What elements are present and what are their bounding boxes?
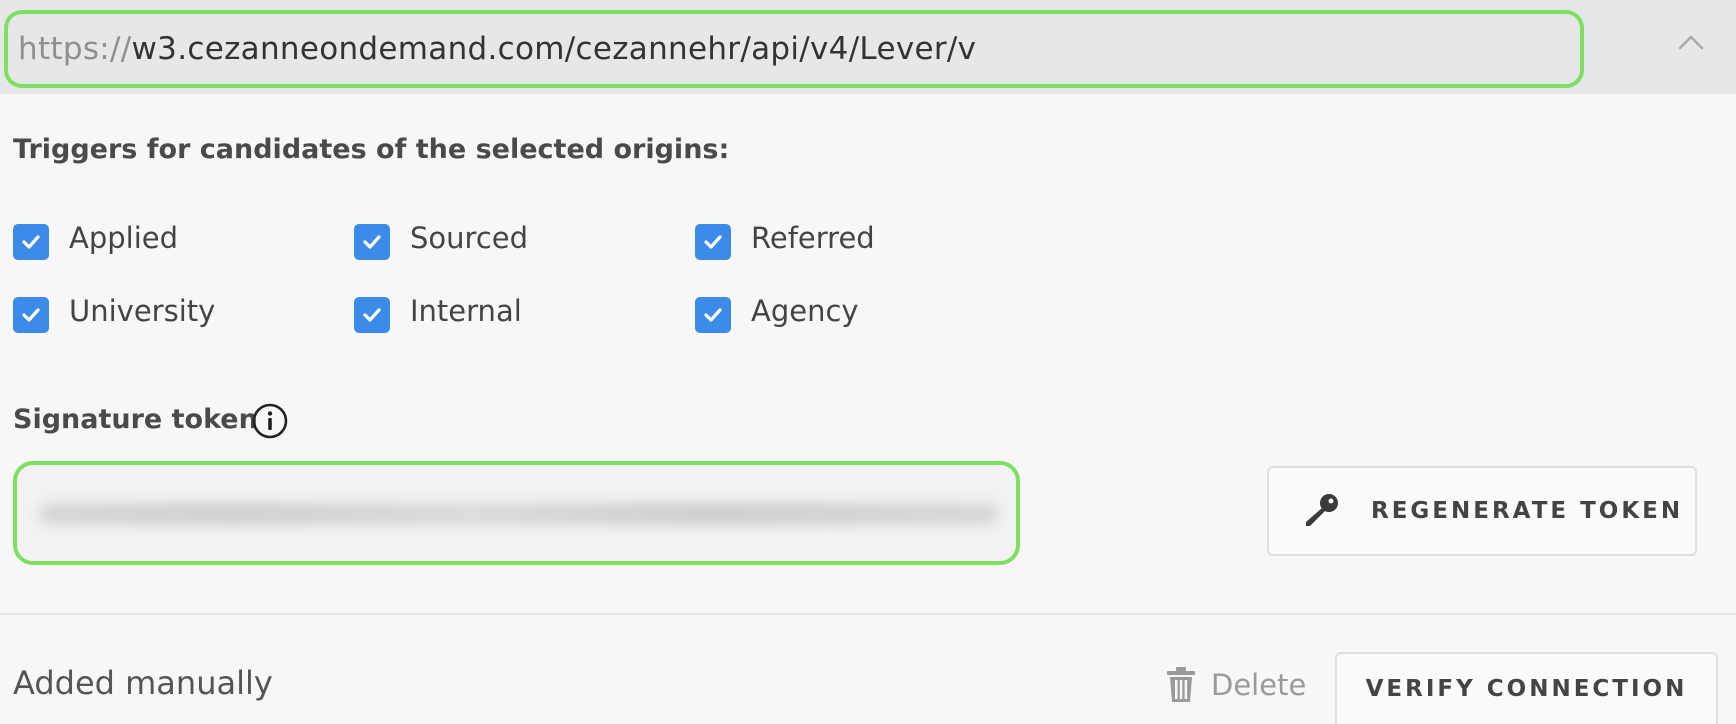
trigger-label: Referred: [751, 221, 875, 255]
section-divider: [0, 613, 1736, 615]
checkbox-checked-icon[interactable]: [695, 224, 731, 260]
webhook-settings-panel: https://w3.cezanneondemand.com/cezannehr…: [0, 0, 1736, 724]
trash-icon: [1167, 667, 1195, 702]
url-scheme: https://: [18, 31, 132, 67]
key-icon: [1306, 494, 1338, 526]
checkbox-checked-icon[interactable]: [13, 297, 49, 333]
signature-token-field[interactable]: [13, 461, 1020, 565]
triggers-title: Triggers for candidates of the selected …: [13, 134, 730, 165]
webhook-url-field[interactable]: https://w3.cezanneondemand.com/cezannehr…: [4, 10, 1584, 88]
regenerate-token-button[interactable]: REGENERATE TOKEN: [1267, 466, 1697, 556]
delete-button[interactable]: Delete: [1165, 666, 1306, 704]
info-icon[interactable]: [251, 402, 289, 440]
trigger-label: Sourced: [410, 221, 529, 255]
checkbox-checked-icon[interactable]: [13, 224, 49, 260]
trigger-label: Applied: [69, 221, 179, 255]
trigger-sourced[interactable]: Sourced: [354, 221, 529, 260]
checkbox-checked-icon[interactable]: [354, 224, 390, 260]
url-path: w3.cezanneondemand.com/cezannehr/api/v4/…: [131, 31, 977, 67]
trigger-label: Agency: [751, 294, 859, 328]
trigger-referred[interactable]: Referred: [695, 221, 875, 260]
checkbox-checked-icon[interactable]: [695, 297, 731, 333]
regenerate-token-label: REGENERATE TOKEN: [1371, 498, 1684, 524]
webhook-url-bar: https://w3.cezanneondemand.com/cezannehr…: [0, 0, 1736, 94]
added-manually-text: Added manually: [13, 664, 273, 702]
checkbox-checked-icon[interactable]: [354, 297, 390, 333]
trigger-label: Internal: [410, 294, 522, 328]
trigger-label: University: [69, 294, 216, 328]
delete-label: Delete: [1211, 668, 1307, 702]
verify-connection-label: VERIFY CONNECTION: [1365, 676, 1688, 702]
trigger-university[interactable]: University: [13, 294, 216, 333]
token-value-redacted: [39, 503, 999, 525]
verify-connection-button[interactable]: VERIFY CONNECTION: [1335, 652, 1718, 724]
chevron-up-icon[interactable]: [1676, 28, 1706, 58]
signature-token-title: Signature token: [13, 404, 258, 435]
trigger-applied[interactable]: Applied: [13, 221, 179, 260]
trigger-agency[interactable]: Agency: [695, 294, 859, 333]
trigger-internal[interactable]: Internal: [354, 294, 522, 333]
